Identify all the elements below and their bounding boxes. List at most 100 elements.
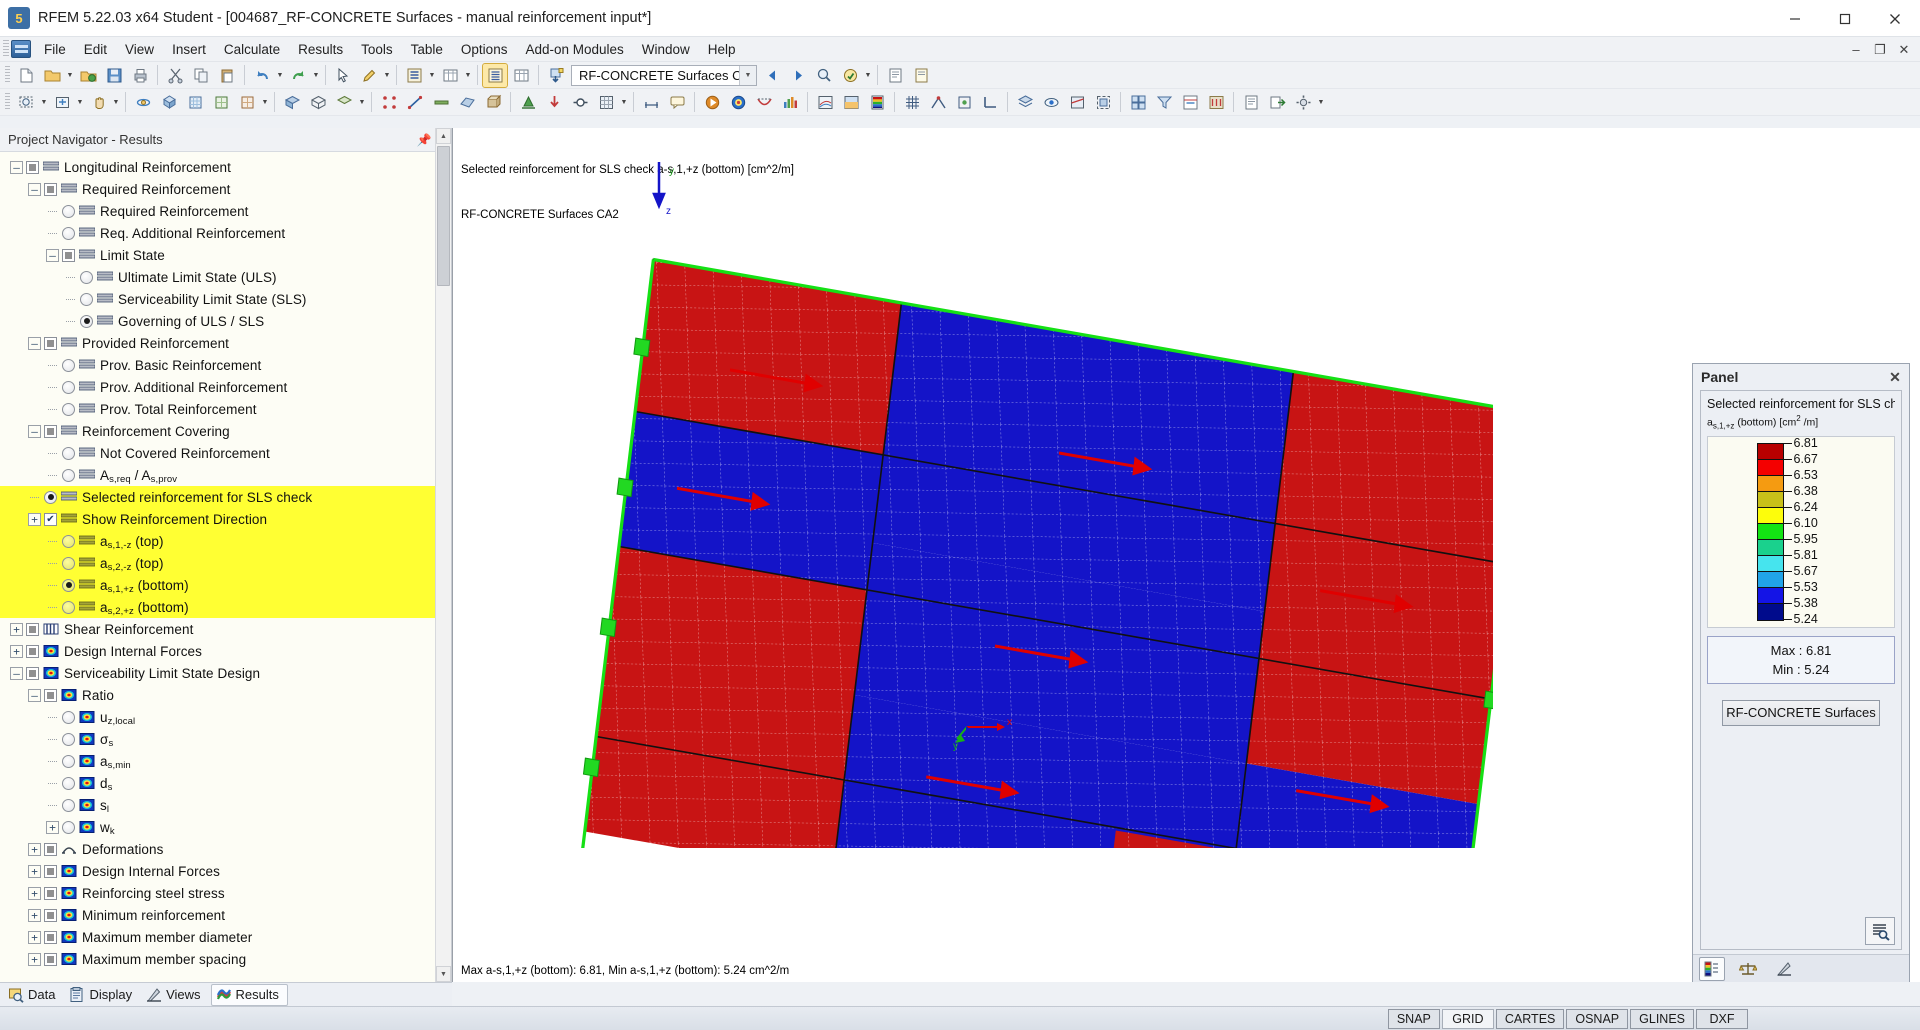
tree-checkbox-partial[interactable] [44, 931, 57, 944]
tree-checkbox-checked[interactable]: ✔ [44, 513, 57, 526]
save-icon[interactable] [102, 64, 126, 87]
tree-checkbox-partial[interactable] [44, 953, 57, 966]
collapse-icon[interactable]: – [10, 161, 23, 174]
tree-item-25[interactable]: uz,local [0, 706, 451, 728]
tree-item-32[interactable]: +Design Internal Forces [0, 860, 451, 882]
groups-icon[interactable] [1126, 91, 1150, 114]
navigator-tree[interactable]: –Longitudinal Reinforcement–Required Rei… [0, 152, 451, 982]
expand-icon[interactable]: + [28, 953, 41, 966]
mdi-close-button[interactable]: ✕ [1892, 42, 1916, 58]
expand-icon[interactable]: + [28, 931, 41, 944]
collapse-icon[interactable]: – [28, 425, 41, 438]
tree-item-36[interactable]: +Maximum member spacing [0, 948, 451, 970]
zoom-window-icon[interactable] [14, 91, 38, 114]
zoom-all-dropdown-arrow[interactable]: ▼ [75, 91, 85, 114]
color-scale-icon[interactable] [1699, 957, 1725, 981]
tree-item-18[interactable]: as,2,-z (top) [0, 552, 451, 574]
menu-file[interactable]: File [35, 39, 75, 60]
status-toggle-grid[interactable]: GRID [1442, 1009, 1494, 1029]
export-icon[interactable] [1265, 91, 1289, 114]
expand-icon[interactable]: + [28, 909, 41, 922]
tree-radio-off[interactable] [80, 293, 93, 306]
ortho-toggle-icon[interactable] [978, 91, 1002, 114]
show-nodes-icon[interactable] [377, 91, 401, 114]
model-viewport[interactable]: Selected reinforcement for SLS check a-s… [452, 128, 1920, 982]
isosurface-icon[interactable] [839, 91, 863, 114]
tree-radio-on[interactable] [44, 491, 57, 504]
tree-item-2[interactable]: Required Reinforcement [0, 200, 451, 222]
rf-concrete-module-icon[interactable] [1178, 91, 1202, 114]
calculate-all-icon[interactable] [700, 91, 724, 114]
toolbar-grip-1[interactable] [5, 66, 10, 84]
tree-item-20[interactable]: as,2,+z (bottom) [0, 596, 451, 618]
menu-results[interactable]: Results [289, 39, 352, 60]
table-view-icon[interactable] [438, 64, 462, 87]
tree-item-33[interactable]: +Reinforcing steel stress [0, 882, 451, 904]
tree-radio-off[interactable] [62, 205, 75, 218]
mdi-restore-button[interactable]: ❐ [1868, 42, 1892, 58]
tree-radio-off[interactable] [62, 359, 75, 372]
zoom-window-dropdown-arrow[interactable]: ▼ [39, 91, 49, 114]
tree-radio-off[interactable] [62, 821, 75, 834]
tree-item-11[interactable]: Prov. Total Reinforcement [0, 398, 451, 420]
expand-icon[interactable]: + [28, 887, 41, 900]
expand-icon[interactable]: + [28, 865, 41, 878]
previous-case-icon[interactable] [760, 64, 784, 87]
print-icon[interactable] [128, 64, 152, 87]
select-object-icon[interactable] [331, 64, 355, 87]
view-xz-icon[interactable] [209, 91, 233, 114]
settings-gear-icon[interactable] [1291, 91, 1315, 114]
report-print-icon[interactable] [1239, 91, 1263, 114]
tree-item-6[interactable]: Serviceability Limit State (SLS) [0, 288, 451, 310]
tree-radio-on[interactable] [80, 315, 93, 328]
dimensions-icon[interactable] [639, 91, 663, 114]
tree-item-1[interactable]: –Required Reinforcement [0, 178, 451, 200]
factors-icon[interactable] [1771, 957, 1797, 981]
tree-checkbox-partial[interactable] [26, 667, 39, 680]
mesh-icon[interactable] [594, 91, 618, 114]
load-case-add-icon[interactable] [544, 64, 568, 87]
tree-item-10[interactable]: Prov. Additional Reinforcement [0, 376, 451, 398]
show-surfaces-icon[interactable] [455, 91, 479, 114]
tree-checkbox-partial[interactable] [44, 689, 57, 702]
scroll-up-arrow[interactable]: ▲ [436, 128, 451, 144]
show-lines-icon[interactable] [403, 91, 427, 114]
printout-settings-icon[interactable] [909, 64, 933, 87]
view-yz-icon[interactable] [235, 91, 259, 114]
tree-radio-off[interactable] [62, 381, 75, 394]
status-toggle-snap[interactable]: SNAP [1388, 1009, 1440, 1029]
open-file-icon[interactable] [40, 64, 64, 87]
tree-item-4[interactable]: –Limit State [0, 244, 451, 266]
clipping-icon[interactable] [1091, 91, 1115, 114]
mesh-dropdown-arrow[interactable]: ▼ [619, 91, 629, 114]
list-view-icon[interactable] [402, 64, 426, 87]
rotate-view-icon[interactable] [131, 91, 155, 114]
settings-dropdown-arrow[interactable]: ▼ [1316, 91, 1326, 114]
navigator-tab-display[interactable]: Display [65, 984, 140, 1006]
results-on-off-icon[interactable] [726, 91, 750, 114]
status-toggle-cartes[interactable]: CARTES [1496, 1009, 1564, 1029]
tree-radio-off[interactable] [62, 469, 75, 482]
expand-icon[interactable]: + [46, 821, 59, 834]
recover-icon[interactable] [76, 64, 100, 87]
osnap-toggle-icon[interactable] [952, 91, 976, 114]
comments-icon[interactable] [665, 91, 689, 114]
result-value-dropdown-arrow[interactable]: ▼ [863, 64, 873, 87]
tree-item-16[interactable]: +✔Show Reinforcement Direction [0, 508, 451, 530]
open-file-dropdown-arrow[interactable]: ▼ [65, 64, 75, 87]
tree-item-5[interactable]: Ultimate Limit State (ULS) [0, 266, 451, 288]
pan-icon[interactable] [86, 91, 110, 114]
pin-icon[interactable]: 📌 [415, 133, 433, 147]
tree-checkbox-partial[interactable] [44, 183, 57, 196]
wireframe-icon[interactable] [306, 91, 330, 114]
tree-checkbox-partial[interactable] [62, 249, 75, 262]
tree-item-15[interactable]: Selected reinforcement for SLS check [0, 486, 451, 508]
menu-view[interactable]: View [116, 39, 163, 60]
new-file-icon[interactable] [14, 64, 38, 87]
tree-radio-off[interactable] [62, 535, 75, 548]
menu-grip-handle[interactable] [3, 40, 9, 58]
tree-item-26[interactable]: σs [0, 728, 451, 750]
menu-help[interactable]: Help [699, 39, 745, 60]
chevron-down-icon[interactable]: ▼ [739, 66, 756, 85]
tree-radio-off[interactable] [62, 777, 75, 790]
